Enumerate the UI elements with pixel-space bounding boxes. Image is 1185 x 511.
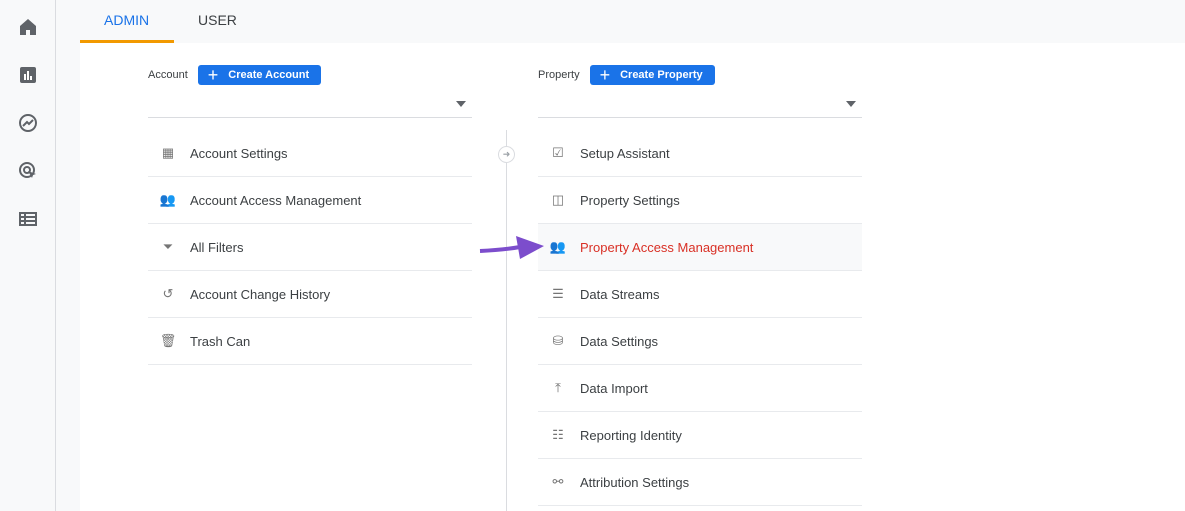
filter-icon: ⏷ [162,239,174,254]
plus-icon: + [599,65,611,85]
list-item[interactable]: ⛁ Data Settings [538,318,862,365]
list-item-label: Data Import [580,380,648,396]
people-icon: 👥 [159,192,177,207]
create-account-button[interactable]: + Create Account [197,65,322,85]
admin-panel: Account + Create Account ▦ Account Setting… [80,43,1185,511]
list-item-label: Account Settings [190,145,288,161]
list-item-label: Data Settings [580,333,659,349]
explore-icon[interactable] [18,113,38,133]
dropdown-caret-icon [846,101,856,107]
streams-icon: ☰ [552,286,564,301]
list-item[interactable]: ↺ Account Change History [148,271,472,318]
layout-icon: ◫ [551,192,565,207]
dropdown-caret-icon [456,101,466,107]
plus-icon: + [207,65,219,85]
list-item[interactable]: ◫ Property Settings [538,177,862,224]
property-label: Property [538,69,580,81]
list-item-label: Property Settings [580,192,680,208]
list-item[interactable]: 👥 Account Access Management [148,177,472,224]
building-icon: ▦ [161,145,175,160]
list-item[interactable]: ▦ Account Settings [148,130,472,177]
history-icon: ↺ [162,286,174,301]
admin-tabs: ADMIN USER [80,0,261,43]
list-item[interactable]: ⚯ Attribution Settings [538,459,862,506]
upload-icon: ⤒ [555,380,561,395]
list-item-label: Account Change History [190,286,331,302]
list-item[interactable]: 🗑 Trash Can [148,318,472,365]
trash-icon: 🗑 [159,333,177,348]
list-item[interactable]: ☰ Data Streams [538,271,862,318]
list-item-label: Attribution Settings [580,474,690,490]
home-icon[interactable] [18,17,38,37]
tab-user[interactable]: USER [174,0,261,43]
list-item-label: Reporting Identity [580,427,682,443]
list-item-label: Property Access Management [580,239,754,255]
list-item[interactable]: 👥 Property Access Management [538,224,862,271]
people-icon: 👥 [549,239,567,254]
column-divider [506,130,507,511]
list-item-label: Trash Can [190,333,251,349]
account-label: Account [148,69,188,81]
list-item[interactable]: ☑ Setup Assistant [538,130,862,177]
reports-icon[interactable] [18,65,38,85]
advertising-icon[interactable] [18,161,38,181]
clipboard-check-icon: ☑ [552,145,564,160]
configure-icon[interactable] [18,209,38,229]
tab-admin[interactable]: ADMIN [80,0,174,43]
list-item[interactable]: ⏷ All Filters [148,224,472,271]
arrow-circle-icon: ➜ [498,146,515,163]
annotation-arrow-icon [479,236,544,259]
attribution-icon: ⚯ [552,474,564,489]
list-item[interactable]: ☷ Reporting Identity [538,412,862,459]
database-icon: ⛁ [552,333,564,348]
list-item-label: Data Streams [580,286,660,302]
property-select[interactable] [538,93,862,118]
identity-icon: ☷ [552,427,564,442]
create-property-button[interactable]: + Create Property [589,65,715,85]
list-item-label: All Filters [190,239,244,255]
left-nav-rail [0,0,56,511]
list-item-label: Account Access Management [190,192,362,208]
list-item-label: Setup Assistant [580,145,670,161]
account-select[interactable] [148,93,472,118]
list-item[interactable]: ⤒ Data Import [538,365,862,412]
